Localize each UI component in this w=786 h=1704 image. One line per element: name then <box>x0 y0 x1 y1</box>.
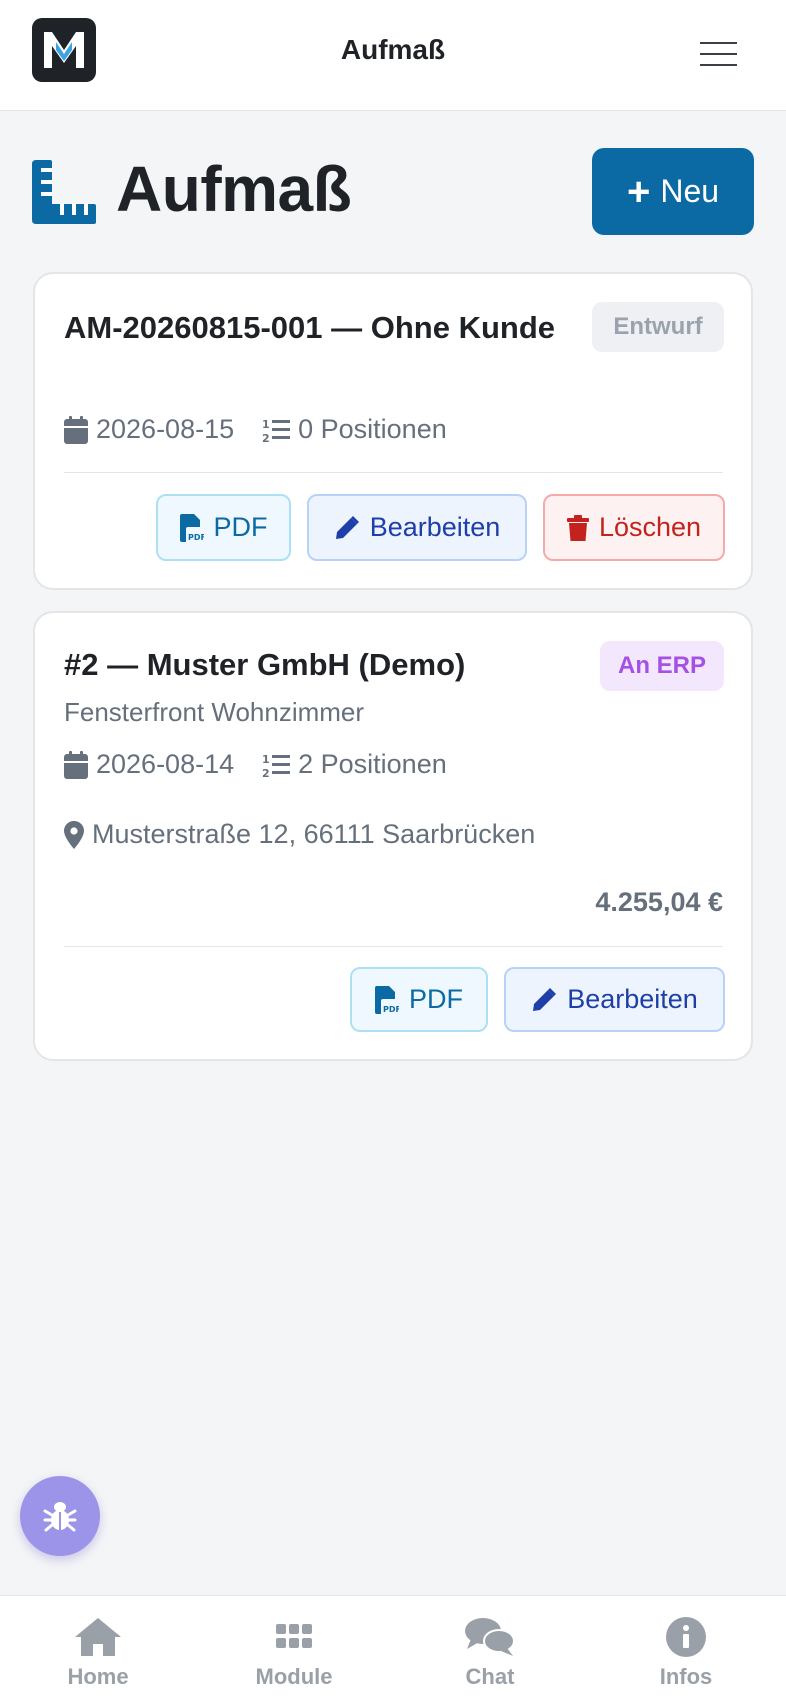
card-divider <box>64 946 723 947</box>
edit-button[interactable]: Bearbeiten <box>307 494 527 561</box>
edit-button-label: Bearbeiten <box>567 984 698 1014</box>
calendar-icon <box>64 750 88 779</box>
record-title: #2 — Muster GmbH (Demo) <box>64 647 466 682</box>
svg-text:PDF: PDF <box>188 533 204 542</box>
numbered-list-icon: 1 2 <box>262 753 291 778</box>
top-bar: Aufmaß <box>0 0 786 111</box>
pdf-button-label: PDF <box>213 512 268 542</box>
file-pdf-icon: PDF <box>375 985 399 1014</box>
pdf-button-label: PDF <box>409 984 463 1014</box>
bug-icon <box>43 1502 77 1532</box>
hamburger-icon[interactable] <box>682 20 754 88</box>
nav-label: Module <box>255 1664 333 1689</box>
record-meta: 2026-08-14 1 2 2 Positionen <box>64 749 475 780</box>
nav-item-module[interactable]: Module <box>196 1596 392 1704</box>
file-pdf-icon: PDF <box>179 513 204 542</box>
plus-icon: + <box>626 169 651 214</box>
info-icon <box>666 1616 706 1658</box>
new-button[interactable]: + Neu <box>592 148 754 235</box>
new-button-label: Neu <box>660 173 720 209</box>
status-badge: An ERP <box>600 641 724 691</box>
svg-text:2: 2 <box>262 767 270 778</box>
trash-icon <box>566 514 589 541</box>
edit-button-label: Bearbeiten <box>369 512 501 542</box>
pdf-button[interactable]: PDF PDF <box>156 494 291 561</box>
svg-text:PDF: PDF <box>383 1005 399 1014</box>
nav-label: Chat <box>465 1664 515 1689</box>
top-bar-title: Aufmaß <box>340 34 446 65</box>
record-title: AM-20260815-001 — Ohne Kunde <box>64 310 556 345</box>
svg-text:2: 2 <box>262 432 270 443</box>
record-meta: 2026-08-15 1 2 0 Positionen <box>64 414 475 445</box>
page-title: Aufmaß <box>116 153 352 225</box>
calendar-icon <box>64 415 88 444</box>
nav-label: Infos <box>659 1664 713 1689</box>
status-badge: Entwurf <box>592 302 724 352</box>
record-card[interactable]: AM-20260815-001 — Ohne Kunde Entwurf 202… <box>33 272 753 590</box>
nav-item-home[interactable]: Home <box>0 1596 196 1704</box>
record-description: Fensterfront Wohnzimmer <box>64 697 365 727</box>
record-positions: 0 Positionen <box>298 414 447 444</box>
record-card[interactable]: #2 — Muster GmbH (Demo) An ERP Fensterfr… <box>33 611 753 1061</box>
numbered-list-icon: 1 2 <box>262 418 291 443</box>
ruler-icon <box>32 160 96 229</box>
record-address: Musterstraße 12, 66111 Saarbrücken <box>64 819 535 850</box>
nav-item-infos[interactable]: Infos <box>588 1596 784 1704</box>
pencil-icon <box>335 515 359 539</box>
record-positions: 2 Positionen <box>298 749 447 779</box>
map-marker-icon <box>64 820 84 849</box>
edit-button[interactable]: Bearbeiten <box>504 967 725 1032</box>
delete-button-label: Löschen <box>598 512 702 542</box>
record-date: 2026-08-14 <box>96 749 235 779</box>
chat-icon <box>465 1616 515 1658</box>
svg-text:1: 1 <box>262 753 270 766</box>
card-divider <box>64 472 723 473</box>
record-date: 2026-08-15 <box>96 414 235 444</box>
bottom-navigation: Home Module Chat Infos <box>0 1595 786 1704</box>
record-address-text: Musterstraße 12, 66111 Saarbrücken <box>92 819 536 849</box>
home-icon <box>75 1616 121 1658</box>
pencil-icon <box>533 987 557 1011</box>
pdf-button[interactable]: PDF PDF <box>350 967 488 1032</box>
nav-item-chat[interactable]: Chat <box>392 1596 588 1704</box>
delete-button[interactable]: Löschen <box>543 494 725 561</box>
nav-label: Home <box>67 1664 129 1689</box>
svg-text:1: 1 <box>262 418 270 431</box>
grid-icon <box>276 1616 312 1658</box>
record-total: 4.255,04 € <box>595 887 723 917</box>
bug-report-button[interactable] <box>20 1476 100 1556</box>
